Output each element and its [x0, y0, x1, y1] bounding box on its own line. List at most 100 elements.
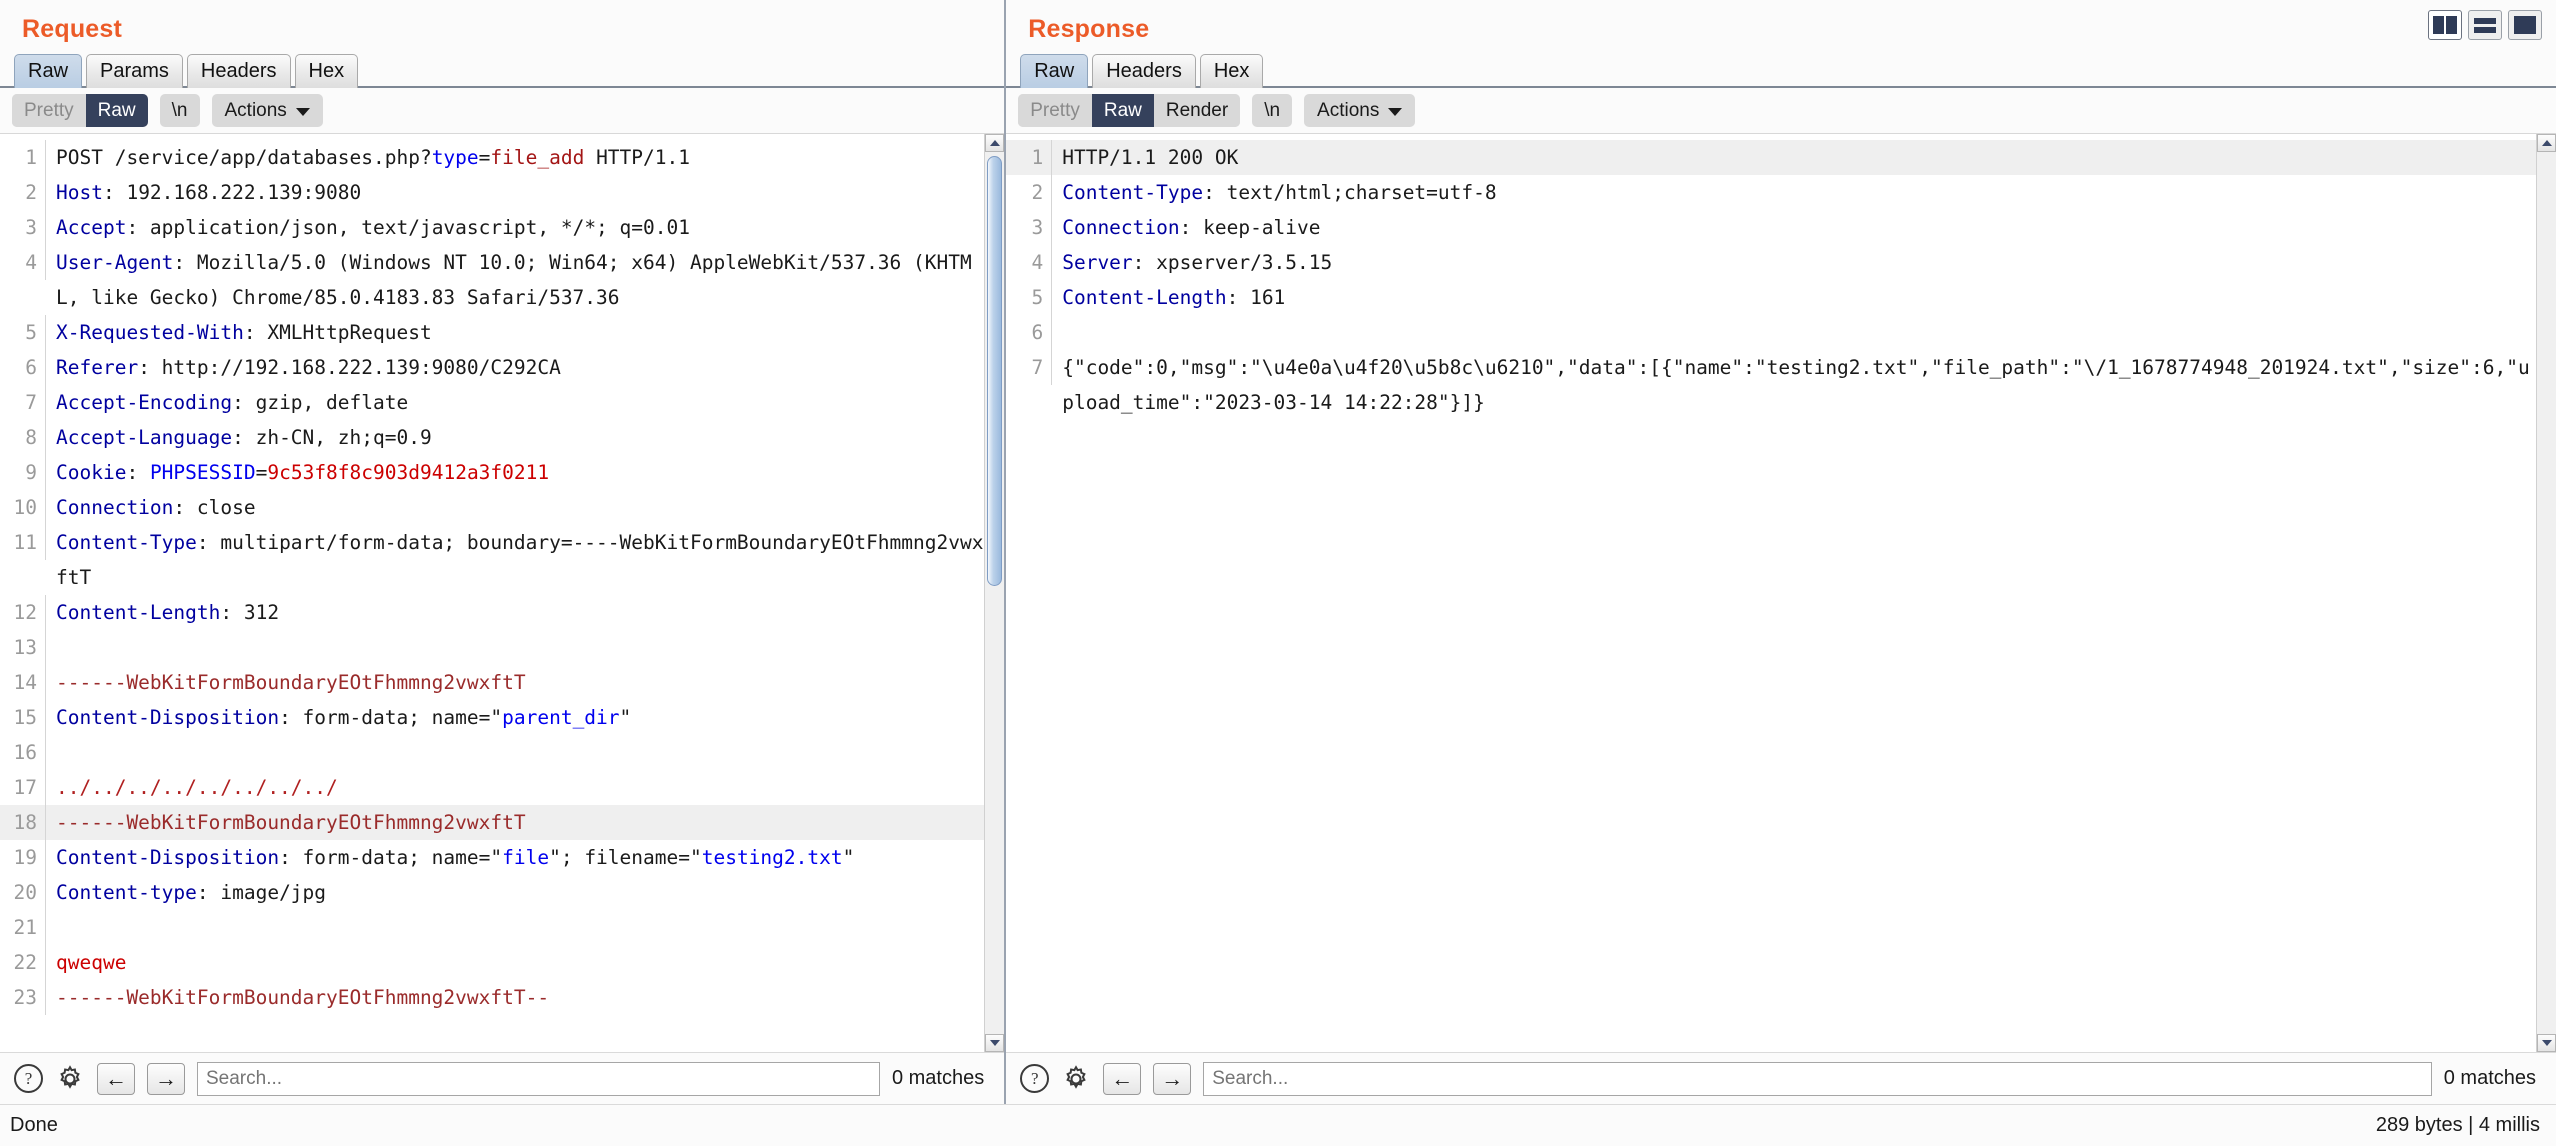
help-icon[interactable]: ?	[14, 1064, 43, 1093]
split-view-icon	[2433, 16, 2457, 34]
line-content: Content-Disposition: form-data; name="pa…	[46, 700, 984, 735]
response-tab-headers[interactable]: Headers	[1092, 54, 1196, 88]
code-line: 3 Accept: application/json, text/javascri…	[0, 210, 984, 245]
request-editor[interactable]: 1 POST /service/app/databases.php?type=fi…	[0, 134, 1005, 1052]
code-line: 4 User-Agent: Mozilla/5.0 (Windows NT 10.…	[0, 245, 984, 315]
response-vertical-scrollbar[interactable]	[2536, 134, 2556, 1052]
response-tab-raw[interactable]: Raw	[1020, 54, 1089, 88]
request-tab-headers[interactable]: Headers	[186, 54, 291, 88]
layout-stacked-button[interactable]	[2468, 10, 2502, 40]
response-editor[interactable]: 1 HTTP/1.1 200 OK 2 Content-Type: text/html…	[1006, 134, 2556, 1052]
line-number: 22	[0, 945, 46, 980]
request-code-area[interactable]: 1 POST /service/app/databases.php?type=fi…	[0, 134, 985, 1052]
code-token: Connection	[1062, 216, 1180, 239]
scroll-down-arrow-icon[interactable]	[2537, 1034, 2556, 1052]
line-content: Host: 192.168.222.139:9080	[46, 175, 984, 210]
scroll-down-arrow-icon[interactable]	[985, 1034, 1005, 1052]
scrollbar-thumb[interactable]	[987, 156, 1003, 586]
line-content: ------WebKitFormBoundaryEOtFhmmng2vwxftT…	[46, 980, 984, 1015]
response-code-area[interactable]: 1 HTTP/1.1 200 OK 2 Content-Type: text/html…	[1006, 134, 2536, 1052]
code-line: 5 X-Requested-With: XMLHttpRequest	[0, 315, 984, 350]
line-content: Content-Length: 161	[1052, 280, 2536, 315]
request-tab-raw[interactable]: Raw	[14, 54, 83, 88]
code-token: testing2.txt	[701, 846, 843, 869]
code-token: Content-Length	[56, 601, 221, 624]
maximize-view-icon	[2514, 16, 2536, 34]
response-raw-button[interactable]: Raw	[1091, 94, 1154, 127]
response-tab-hex[interactable]: Hex	[1199, 54, 1264, 88]
line-content: User-Agent: Mozilla/5.0 (Windows NT 10.0…	[46, 245, 984, 315]
scroll-up-arrow-icon[interactable]	[2537, 134, 2556, 152]
line-number: 18	[0, 805, 46, 840]
code-line: 13	[0, 630, 984, 665]
line-number: 14	[0, 665, 46, 700]
request-actions-label: Actions	[224, 100, 287, 121]
code-token: : 312	[220, 601, 280, 624]
code-token: qweqwe	[56, 951, 127, 974]
code-line: 1 POST /service/app/databases.php?type=fi…	[0, 140, 984, 175]
gear-icon[interactable]	[55, 1064, 85, 1094]
search-next-button[interactable]: →	[1153, 1062, 1192, 1095]
response-pretty-button[interactable]: Pretty	[1018, 94, 1092, 127]
layout-maximize-button[interactable]	[2508, 10, 2542, 40]
search-next-button[interactable]: →	[147, 1062, 185, 1095]
response-search-input[interactable]	[1203, 1061, 2432, 1096]
line-content: HTTP/1.1 200 OK	[1052, 140, 2536, 175]
code-token: : keep-alive	[1179, 216, 1321, 239]
request-search-input[interactable]	[197, 1061, 880, 1096]
code-line: 8 Accept-Language: zh-CN, zh;q=0.9	[0, 420, 984, 455]
line-number: 17	[0, 770, 46, 805]
line-number: 7	[0, 385, 46, 420]
code-token: PHPSESSID	[149, 461, 256, 484]
code-token: : text/html;charset=utf-8	[1203, 181, 1497, 204]
response-render-button[interactable]: Render	[1153, 94, 1241, 127]
request-actions-button[interactable]: Actions	[211, 94, 323, 127]
repeater-window: Request Raw Params Headers Hex Pretty Ra…	[0, 0, 2556, 1146]
code-line: 4 Server: xpserver/3.5.15	[1006, 245, 2536, 280]
code-line: 21	[0, 910, 984, 945]
code-token: Accept-Language	[56, 426, 233, 449]
help-icon[interactable]: ?	[1020, 1064, 1050, 1093]
line-number: 23	[0, 980, 46, 1015]
request-tab-params[interactable]: Params	[86, 54, 183, 88]
request-raw-button[interactable]: Raw	[85, 94, 148, 127]
code-token: "	[619, 706, 632, 729]
line-number: 20	[0, 875, 46, 910]
line-content	[46, 910, 984, 945]
response-actions-button[interactable]: Actions	[1304, 94, 1416, 127]
scroll-up-arrow-icon[interactable]	[985, 134, 1005, 152]
search-prev-button[interactable]: ←	[1103, 1062, 1142, 1095]
request-pretty-button[interactable]: Pretty	[12, 94, 86, 127]
line-content: Content-Type: text/html;charset=utf-8	[1052, 175, 2536, 210]
layout-side-by-side-button[interactable]	[2428, 10, 2462, 40]
gear-icon[interactable]	[1061, 1064, 1091, 1094]
request-tab-hex[interactable]: Hex	[294, 54, 359, 88]
search-prev-button[interactable]: ←	[97, 1062, 135, 1095]
response-newline-button[interactable]: \n	[1252, 94, 1293, 127]
code-line: 18 ------WebKitFormBoundaryEOtFhmmng2vwxf…	[0, 805, 985, 840]
code-token: ../../../../../../../../	[56, 776, 338, 799]
code-token: : image/jpg	[196, 881, 327, 904]
line-number: 3	[1006, 210, 1053, 245]
request-newline-button[interactable]: \n	[159, 94, 200, 127]
code-token: :	[126, 461, 150, 484]
line-content: Content-Disposition: form-data; name="fi…	[46, 840, 984, 875]
layout-buttons	[2428, 10, 2542, 40]
request-vertical-scrollbar[interactable]	[984, 134, 1005, 1052]
response-search-bar: ? ← → 0 matches	[1006, 1052, 2556, 1104]
code-line: 22 qweqwe	[0, 945, 984, 980]
request-message-tabs: Raw Params Headers Hex	[0, 48, 1005, 88]
line-content: ------WebKitFormBoundaryEOtFhmmng2vwxftT	[46, 665, 984, 700]
response-message-tabs: Raw Headers Hex	[1006, 48, 2556, 88]
code-token: Content-Disposition	[56, 706, 280, 729]
code-token: file	[502, 846, 550, 869]
line-content	[1052, 315, 2536, 350]
request-response-split: Request Raw Params Headers Hex Pretty Ra…	[0, 0, 2556, 1104]
line-number: 3	[0, 210, 46, 245]
response-pretty-raw-render-toggle: Pretty Raw Render	[1018, 94, 1241, 127]
code-line: 14 ------WebKitFormBoundaryEOtFhmmng2vwxf…	[0, 665, 984, 700]
code-line: 2 Content-Type: text/html;charset=utf-8	[1006, 175, 2536, 210]
line-content: Server: xpserver/3.5.15	[1052, 245, 2536, 280]
line-number: 1	[1006, 140, 1053, 175]
line-number: 11	[0, 525, 46, 560]
